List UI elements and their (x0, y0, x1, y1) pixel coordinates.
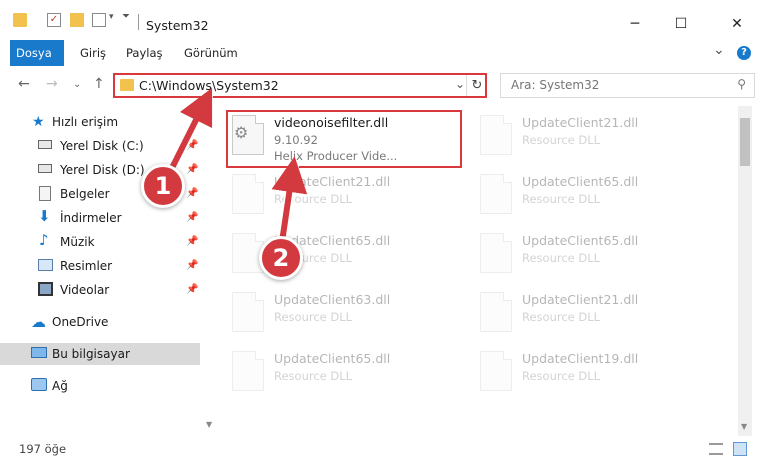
step-2-badge: 2 (259, 236, 303, 280)
arrow-step-2 (271, 156, 308, 247)
arrow-step-1 (167, 87, 213, 173)
step-1-badge: 1 (141, 164, 185, 208)
annotation-arrows (167, 87, 308, 247)
